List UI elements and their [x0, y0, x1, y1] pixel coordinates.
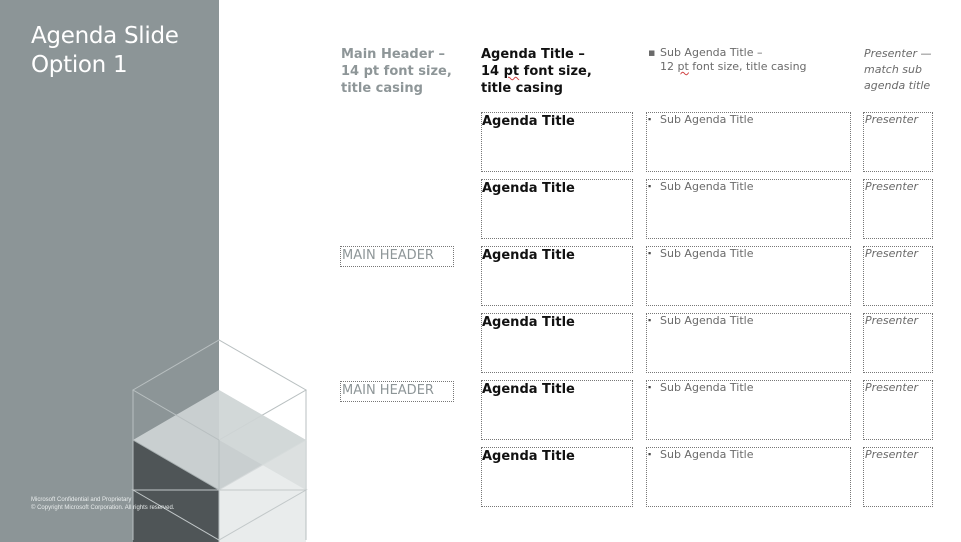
bullet-icon: ▪	[648, 449, 652, 459]
slide-title-line2: Option 1	[31, 52, 128, 78]
sub-agenda-placeholder[interactable]: ▪ Sub Agenda Title	[646, 380, 851, 440]
footer-confidential: Microsoft Confidential and Proprietary	[31, 497, 132, 503]
presenter-placeholder[interactable]: Presenter	[863, 246, 933, 306]
bullet-icon: ▪	[648, 382, 652, 392]
presenter-placeholder[interactable]: Presenter	[863, 313, 933, 373]
agenda-title-placeholder[interactable]: Agenda Title	[481, 179, 633, 239]
sub-agenda-placeholder[interactable]: ▪ Sub Agenda Title	[646, 179, 851, 239]
footer-copyright: © Copyright Microsoft Corporation. All r…	[31, 505, 175, 511]
agenda-title-placeholder[interactable]: Agenda Title	[481, 112, 633, 172]
sub-agenda-column-label: ▪ Sub Agenda Title – 12 pt font size, ti…	[648, 46, 807, 73]
presenter-column-label: Presenter — match sub agenda title	[864, 47, 932, 92]
sub-agenda-placeholder[interactable]: ▪ Sub Agenda Title	[646, 112, 851, 172]
footer-legal: Microsoft Confidential and Proprietary ©…	[31, 496, 174, 512]
agenda-title-placeholder[interactable]: Agenda Title	[481, 313, 633, 373]
sub-agenda-placeholder[interactable]: ▪ Sub Agenda Title	[646, 447, 851, 507]
bullet-icon: ▪	[648, 181, 652, 191]
main-header-column-label: Main Header – 14 pt font size, title cas…	[341, 47, 452, 96]
bullet-icon: ▪	[648, 114, 652, 124]
presenter-placeholder[interactable]: Presenter	[863, 179, 933, 239]
agenda-title-placeholder[interactable]: Agenda Title	[481, 380, 633, 440]
presenter-placeholder[interactable]: Presenter	[863, 112, 933, 172]
presenter-placeholder[interactable]: Presenter	[863, 380, 933, 440]
agenda-title-placeholder[interactable]: Agenda Title	[481, 447, 633, 507]
bullet-icon: ▪	[648, 315, 652, 325]
slide-title: Agenda Slide Option 1	[31, 22, 179, 80]
bullet-icon: ▪	[648, 46, 656, 59]
main-header-placeholder[interactable]: MAIN HEADER	[340, 246, 454, 267]
bullet-icon: ▪	[648, 248, 652, 258]
main-header-placeholder[interactable]: MAIN HEADER	[340, 381, 454, 402]
presenter-placeholder[interactable]: Presenter	[863, 447, 933, 507]
sub-agenda-placeholder[interactable]: ▪ Sub Agenda Title	[646, 246, 851, 306]
slide-title-line1: Agenda Slide	[31, 23, 179, 49]
agenda-title-column-label: Agenda Title – 14 pt font size, title ca…	[481, 47, 592, 96]
cube-graphic	[131, 339, 308, 542]
agenda-title-placeholder[interactable]: Agenda Title	[481, 246, 633, 306]
sub-agenda-placeholder[interactable]: ▪ Sub Agenda Title	[646, 313, 851, 373]
